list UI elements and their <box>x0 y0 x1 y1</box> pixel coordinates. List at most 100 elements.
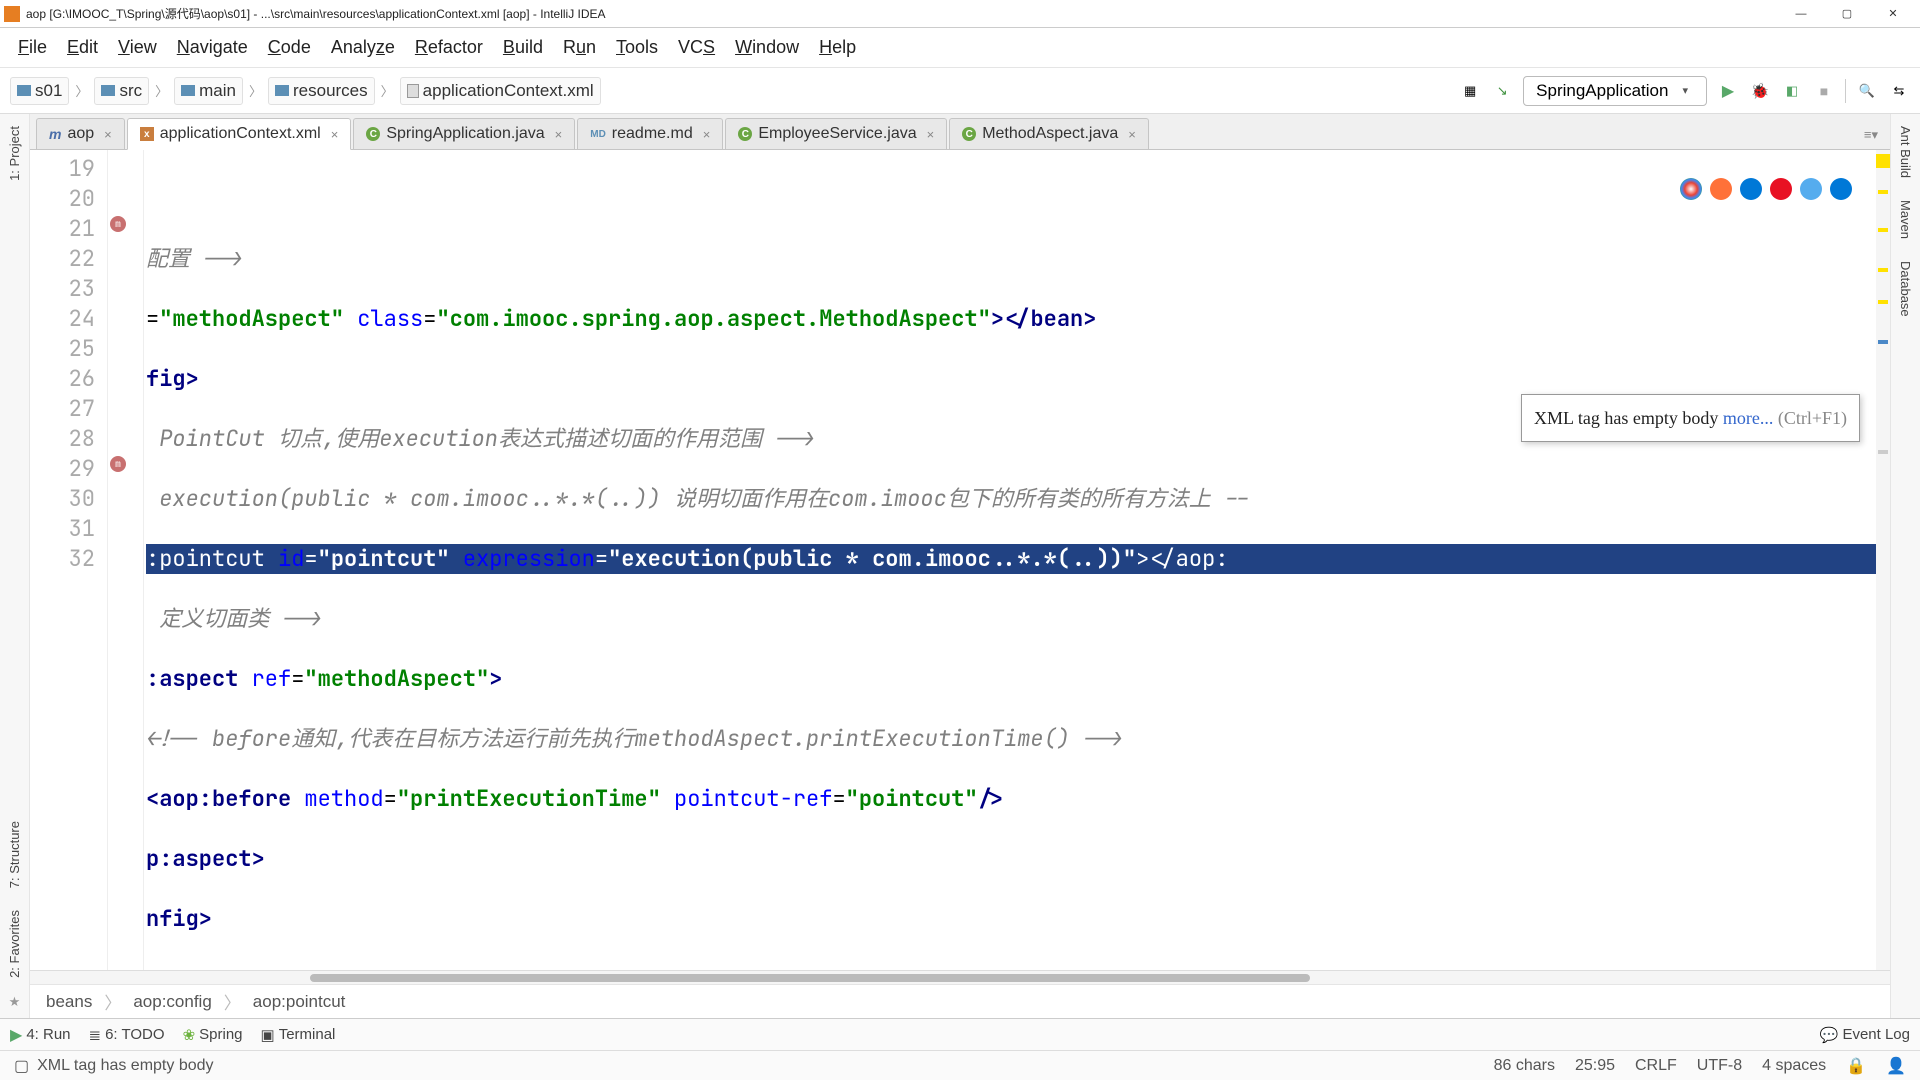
close-button[interactable]: ✕ <box>1870 0 1916 28</box>
fold-gutter[interactable] <box>128 150 144 970</box>
tab-employeeservice[interactable]: CEmployeeService.java× <box>725 118 947 149</box>
status-message: XML tag has empty body <box>37 1057 213 1075</box>
tool-maven[interactable]: Maven <box>1898 194 1913 245</box>
minimize-button[interactable]: — <box>1778 0 1824 28</box>
safari-icon[interactable] <box>1740 178 1762 200</box>
opera-icon[interactable] <box>1770 178 1792 200</box>
hammer-icon[interactable]: ↘ <box>1491 80 1513 102</box>
markdown-icon: MD <box>590 129 606 140</box>
close-icon[interactable]: × <box>331 127 339 142</box>
file-icon <box>407 84 419 98</box>
class-icon: C <box>366 127 380 141</box>
yandex-icon[interactable] <box>1800 178 1822 200</box>
tab-methodaspect[interactable]: CMethodAspect.java× <box>949 118 1149 149</box>
xml-icon: x <box>140 127 154 141</box>
menu-edit[interactable]: Edit <box>57 37 108 58</box>
tab-list-icon[interactable]: ≡▾ <box>1864 127 1878 143</box>
status-encoding[interactable]: UTF-8 <box>1697 1057 1742 1075</box>
status-lock-icon[interactable]: 🔒 <box>1846 1056 1866 1076</box>
editor[interactable]: 1920212223242526272829303132 m m 配置 --> … <box>30 150 1890 970</box>
crumb-s01[interactable]: s01 <box>10 77 69 105</box>
tab-aop[interactable]: maop× <box>36 118 125 149</box>
close-icon[interactable]: × <box>703 127 711 142</box>
crumb-src[interactable]: src <box>94 77 149 105</box>
left-tool-stripe: 1: Project 7: Structure 2: Favorites ★ <box>0 114 30 1018</box>
menu-refactor[interactable]: Refactor <box>405 37 493 58</box>
maximize-button[interactable]: ▢ <box>1824 0 1870 28</box>
tool-spring[interactable]: ❀Spring <box>183 1026 243 1044</box>
status-line-sep[interactable]: CRLF <box>1635 1057 1677 1075</box>
chrome-icon[interactable] <box>1680 178 1702 200</box>
tool-todo[interactable]: ≣6: TODO <box>89 1026 165 1044</box>
inspection-tooltip: XML tag has empty body more... (Ctrl+F1) <box>1521 394 1860 442</box>
gutter-icons: m m <box>108 150 128 970</box>
menu-navigate[interactable]: Navigate <box>167 37 258 58</box>
scrollbar-thumb[interactable] <box>310 974 1310 982</box>
editor-tabs: maop× xapplicationContext.xml× CSpringAp… <box>30 114 1890 150</box>
crumb-aopconfig[interactable]: aop:config <box>133 992 211 1012</box>
coverage-button[interactable]: ◧ <box>1781 80 1803 102</box>
settings-icon[interactable]: ⇆ <box>1888 80 1910 102</box>
menu-run[interactable]: Run <box>553 37 606 58</box>
edge-icon[interactable] <box>1830 178 1852 200</box>
titlebar: aop [G:\IMOOC_T\Spring\源代码\aop\s01] - ..… <box>0 0 1920 28</box>
crumb-beans[interactable]: beans <box>46 992 92 1012</box>
menu-file[interactable]: File <box>8 37 57 58</box>
close-icon[interactable]: × <box>1128 127 1136 142</box>
crumb-file[interactable]: applicationContext.xml <box>400 77 601 105</box>
run-config-selector[interactable]: SpringApplication <box>1523 76 1707 106</box>
error-stripe[interactable] <box>1876 150 1890 970</box>
menu-window[interactable]: Window <box>725 37 809 58</box>
menu-vcs[interactable]: VCS <box>668 37 725 58</box>
menu-help[interactable]: Help <box>809 37 866 58</box>
menu-code[interactable]: Code <box>258 37 321 58</box>
folder-icon <box>275 85 289 96</box>
crumb-resources[interactable]: resources <box>268 77 375 105</box>
close-icon[interactable]: × <box>555 127 563 142</box>
tab-readme[interactable]: MDreadme.md× <box>577 118 723 149</box>
firefox-icon[interactable] <box>1710 178 1732 200</box>
stop-button[interactable]: ■ <box>1813 80 1835 102</box>
search-icon[interactable]: 🔍 <box>1856 80 1878 102</box>
horizontal-scrollbar[interactable] <box>30 970 1890 984</box>
status-indent[interactable]: 4 spaces <box>1762 1057 1826 1075</box>
tool-eventlog[interactable]: 💬Event Log <box>1820 1026 1910 1044</box>
tool-antbuild[interactable]: Ant Build <box>1898 120 1913 184</box>
bean-gutter-icon[interactable]: m <box>110 216 126 232</box>
warning-indicator[interactable] <box>1876 154 1890 168</box>
tool-terminal[interactable]: ▣Terminal <box>261 1026 336 1044</box>
debug-button[interactable]: 🐞 <box>1749 80 1771 102</box>
menu-analyze[interactable]: Analyze <box>321 37 405 58</box>
navbar: s01 〉 src 〉 main 〉 resources 〉 applicati… <box>0 68 1920 114</box>
menu-build[interactable]: Build <box>493 37 553 58</box>
close-icon[interactable]: × <box>927 127 935 142</box>
tool-project[interactable]: 1: Project <box>7 120 22 187</box>
tab-applicationcontext[interactable]: xapplicationContext.xml× <box>127 118 352 150</box>
run-button[interactable]: ▶ <box>1717 80 1739 102</box>
close-icon[interactable]: × <box>104 127 112 142</box>
code-area[interactable]: 配置 --> ="methodAspect" class="com.imooc.… <box>144 150 1876 970</box>
crumb-aoppointcut[interactable]: aop:pointcut <box>253 992 346 1012</box>
chevron-icon: 〉 <box>249 81 262 100</box>
terminal-icon: ▣ <box>261 1026 275 1044</box>
menu-view[interactable]: View <box>108 37 167 58</box>
build-icon[interactable]: ▦ <box>1459 80 1481 102</box>
line-gutter: 1920212223242526272829303132 <box>30 150 108 970</box>
status-position[interactable]: 25:95 <box>1575 1057 1615 1075</box>
bean-gutter-icon[interactable]: m <box>110 456 126 472</box>
tool-favorites[interactable]: 2: Favorites <box>7 904 22 984</box>
code-text: 配置 --> <box>146 244 243 273</box>
tooltip-text: XML tag has empty body <box>1534 408 1718 428</box>
status-hector-icon[interactable]: 👤 <box>1886 1056 1906 1076</box>
chevron-icon: 〉 <box>75 81 88 100</box>
breadcrumb: s01 〉 src 〉 main 〉 resources 〉 applicati… <box>10 77 601 105</box>
tooltip-more-link[interactable]: more... <box>1723 408 1773 428</box>
menu-tools[interactable]: Tools <box>606 37 668 58</box>
crumb-main[interactable]: main <box>174 77 243 105</box>
tab-springapplication[interactable]: CSpringApplication.java× <box>353 118 575 149</box>
maven-icon: m <box>49 126 61 142</box>
tool-run[interactable]: ▶4: Run <box>10 1025 71 1045</box>
tool-database[interactable]: Database <box>1898 255 1913 323</box>
statusbar: ▢ XML tag has empty body 86 chars 25:95 … <box>0 1050 1920 1080</box>
tool-structure[interactable]: 7: Structure <box>7 815 22 894</box>
